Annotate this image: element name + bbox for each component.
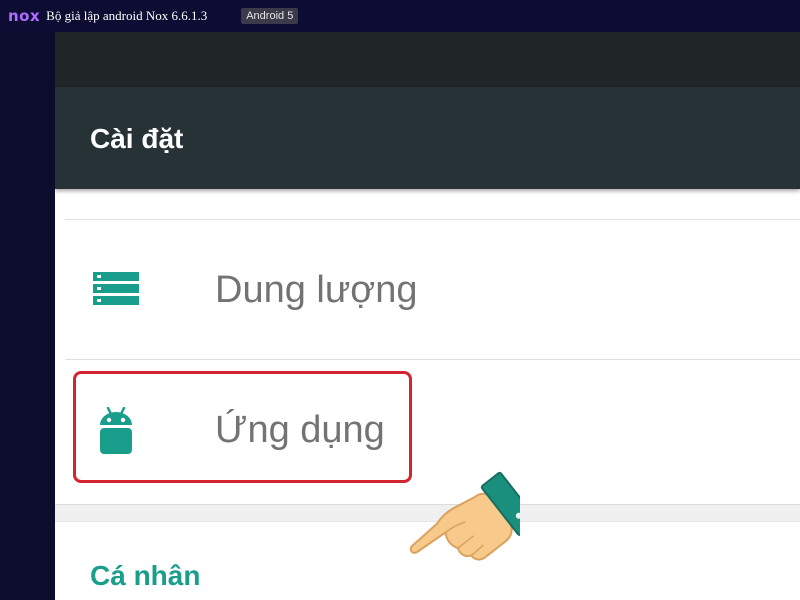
settings-item-label: Dung lượng [215, 269, 418, 311]
section-header: Cá nhân [90, 560, 201, 591]
settings-item-storage[interactable]: Dung lượng [55, 226, 800, 356]
window-titlebar: nox Bộ giả lập android Nox 6.6.1.3 Andro… [0, 0, 800, 32]
storage-icon [93, 272, 139, 311]
nox-logo: nox [8, 7, 41, 25]
divider [65, 359, 800, 360]
window-title: Bộ giả lập android Nox 6.6.1.3 [46, 8, 208, 23]
page-title: Cài đặt [90, 123, 184, 154]
settings-toolbar: Cài đặt [55, 87, 800, 189]
divider [65, 219, 800, 220]
android-status-bar [55, 32, 800, 87]
highlight-box [73, 371, 412, 483]
android-version-badge: Android 5 [241, 8, 299, 24]
emulator-side-rail [0, 32, 55, 600]
pointing-hand-icon [395, 465, 539, 595]
